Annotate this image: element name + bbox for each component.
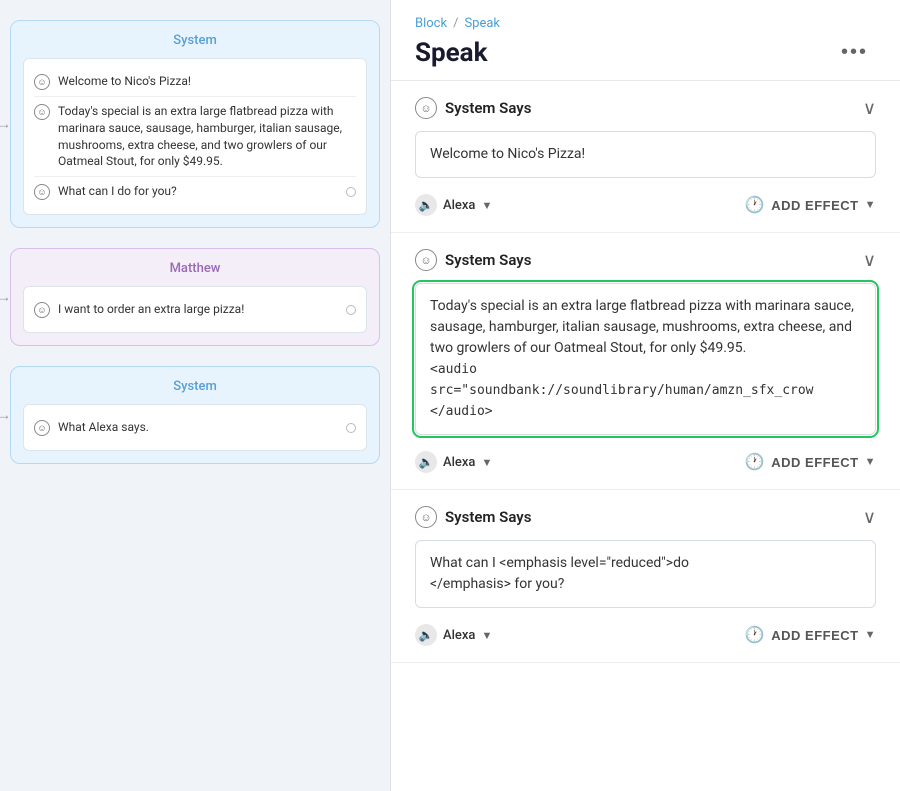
section-3-text-box[interactable]: What can I <emphasis level="reduced">do<…: [415, 540, 876, 608]
add-effect-button-1[interactable]: 🕐 ADD EFFECT ▼: [745, 195, 876, 215]
list-item: ☺ What can I do for you?: [34, 177, 356, 206]
list-item: ☺ Today's special is an extra large flat…: [34, 97, 356, 177]
voice-chevron-1: ▼: [481, 199, 492, 212]
connector-dot: [346, 305, 356, 315]
effect-chevron-1: ▼: [865, 199, 876, 211]
list-item: ☺ What Alexa says.: [34, 413, 356, 442]
flow-node-system-2[interactable]: → System ☺ What Alexa says.: [10, 366, 380, 464]
detail-panel: Block / Speak Speak ••• ☺ System Says ∨ …: [390, 0, 900, 791]
node-2-title: Matthew: [23, 261, 367, 276]
node-1-title: System: [23, 33, 367, 48]
breadcrumb: Block / Speak: [415, 16, 876, 31]
item-text: What can I do for you?: [58, 183, 338, 200]
speech-icon: ☺: [34, 302, 50, 318]
section-2-text: Today's special is an extra large flatbr…: [430, 298, 854, 356]
section-3-footer: 🔈 Alexa ▼ 🕐 ADD EFFECT ▼: [415, 618, 876, 646]
flow-node-user-1[interactable]: → Matthew ☺ I want to order an extra lar…: [10, 248, 380, 346]
system-says-icon-3: ☺: [415, 506, 437, 528]
add-effect-label-2: ADD EFFECT: [771, 455, 858, 470]
section-2-footer: 🔈 Alexa ▼ 🕐 ADD EFFECT ▼: [415, 445, 876, 473]
effect-chevron-3: ▼: [865, 629, 876, 641]
voice-selector-1[interactable]: 🔈 Alexa ▼: [415, 194, 492, 216]
item-text: Today's special is an extra large flatbr…: [58, 103, 356, 170]
section-1-header: ☺ System Says ∨: [415, 97, 876, 119]
voice-speaker-icon-3: 🔈: [415, 624, 437, 646]
clock-icon-2: 🕐: [745, 452, 765, 472]
page-title: Speak: [415, 38, 487, 68]
section-2-title-row: ☺ System Says: [415, 249, 531, 271]
system-says-icon-2: ☺: [415, 249, 437, 271]
node-1-body: ☺ Welcome to Nico's Pizza! ☺ Today's spe…: [23, 58, 367, 215]
list-item: ☺ Welcome to Nico's Pizza!: [34, 67, 356, 97]
voice-speaker-icon-1: 🔈: [415, 194, 437, 216]
section-1-text: Welcome to Nico's Pizza!: [430, 146, 585, 162]
breadcrumb-block-link[interactable]: Block: [415, 16, 447, 31]
detail-header: Block / Speak Speak •••: [391, 0, 900, 81]
collapse-section-3-button[interactable]: ∨: [863, 507, 876, 528]
connector-arrow-2: →: [0, 289, 11, 306]
node-2-body: ☺ I want to order an extra large pizza!: [23, 286, 367, 333]
speech-icon: ☺: [34, 420, 50, 436]
node-3-body: ☺ What Alexa says.: [23, 404, 367, 451]
node-3-title: System: [23, 379, 367, 394]
section-1-text-box[interactable]: Welcome to Nico's Pizza!: [415, 131, 876, 178]
add-effect-label-3: ADD EFFECT: [771, 628, 858, 643]
effect-chevron-2: ▼: [865, 456, 876, 468]
section-1-footer: 🔈 Alexa ▼ 🕐 ADD EFFECT ▼: [415, 188, 876, 216]
item-text: Welcome to Nico's Pizza!: [58, 73, 356, 90]
clock-icon-3: 🕐: [745, 625, 765, 645]
breadcrumb-separator: /: [453, 16, 458, 31]
add-effect-button-2[interactable]: 🕐 ADD EFFECT ▼: [745, 452, 876, 472]
add-effect-button-3[interactable]: 🕐 ADD EFFECT ▼: [745, 625, 876, 645]
flow-canvas: → System ☺ Welcome to Nico's Pizza! ☺ To…: [0, 0, 390, 791]
voice-name-1: Alexa: [443, 198, 475, 213]
section-1-title: System Says: [445, 99, 531, 117]
section-2-text-box[interactable]: Today's special is an extra large flatbr…: [415, 283, 876, 435]
connector-dot: [346, 423, 356, 433]
section-3-header: ☺ System Says ∨: [415, 506, 876, 528]
section-3-text: What can I <emphasis level="reduced">do<…: [430, 555, 689, 592]
section-1-title-row: ☺ System Says: [415, 97, 531, 119]
speech-icon: ☺: [34, 74, 50, 90]
speech-icon: ☺: [34, 104, 50, 120]
section-3-title: System Says: [445, 508, 531, 526]
item-text: I want to order an extra large pizza!: [58, 301, 338, 318]
voice-name-3: Alexa: [443, 628, 475, 643]
item-text: What Alexa says.: [58, 419, 338, 436]
page-title-row: Speak •••: [415, 37, 876, 68]
speak-section-2: ☺ System Says ∨ Today's special is an ex…: [391, 233, 900, 490]
connector-arrow-3: →: [0, 407, 11, 424]
flow-node-system-1[interactable]: → System ☺ Welcome to Nico's Pizza! ☺ To…: [10, 20, 380, 228]
voice-chevron-2: ▼: [481, 456, 492, 469]
add-effect-label-1: ADD EFFECT: [771, 198, 858, 213]
collapse-section-1-button[interactable]: ∨: [863, 98, 876, 119]
voice-selector-3[interactable]: 🔈 Alexa ▼: [415, 624, 492, 646]
section-2-title: System Says: [445, 251, 531, 269]
system-says-icon-1: ☺: [415, 97, 437, 119]
collapse-section-2-button[interactable]: ∨: [863, 250, 876, 271]
voice-speaker-icon-2: 🔈: [415, 451, 437, 473]
breadcrumb-current: Speak: [464, 16, 500, 31]
speak-section-3: ☺ System Says ∨ What can I <emphasis lev…: [391, 490, 900, 663]
connector-dot: [346, 187, 356, 197]
list-item: ☺ I want to order an extra large pizza!: [34, 295, 356, 324]
voice-selector-2[interactable]: 🔈 Alexa ▼: [415, 451, 492, 473]
connector-arrow-1: →: [0, 116, 11, 133]
speech-icon: ☺: [34, 184, 50, 200]
voice-name-2: Alexa: [443, 455, 475, 470]
section-3-title-row: ☺ System Says: [415, 506, 531, 528]
speak-section-1: ☺ System Says ∨ Welcome to Nico's Pizza!…: [391, 81, 900, 233]
section-2-header: ☺ System Says ∨: [415, 249, 876, 271]
more-options-button[interactable]: •••: [833, 37, 876, 68]
voice-chevron-3: ▼: [481, 629, 492, 642]
audio-tag-text: <audiosrc="soundbank://soundlibrary/huma…: [430, 362, 814, 419]
clock-icon-1: 🕐: [745, 195, 765, 215]
